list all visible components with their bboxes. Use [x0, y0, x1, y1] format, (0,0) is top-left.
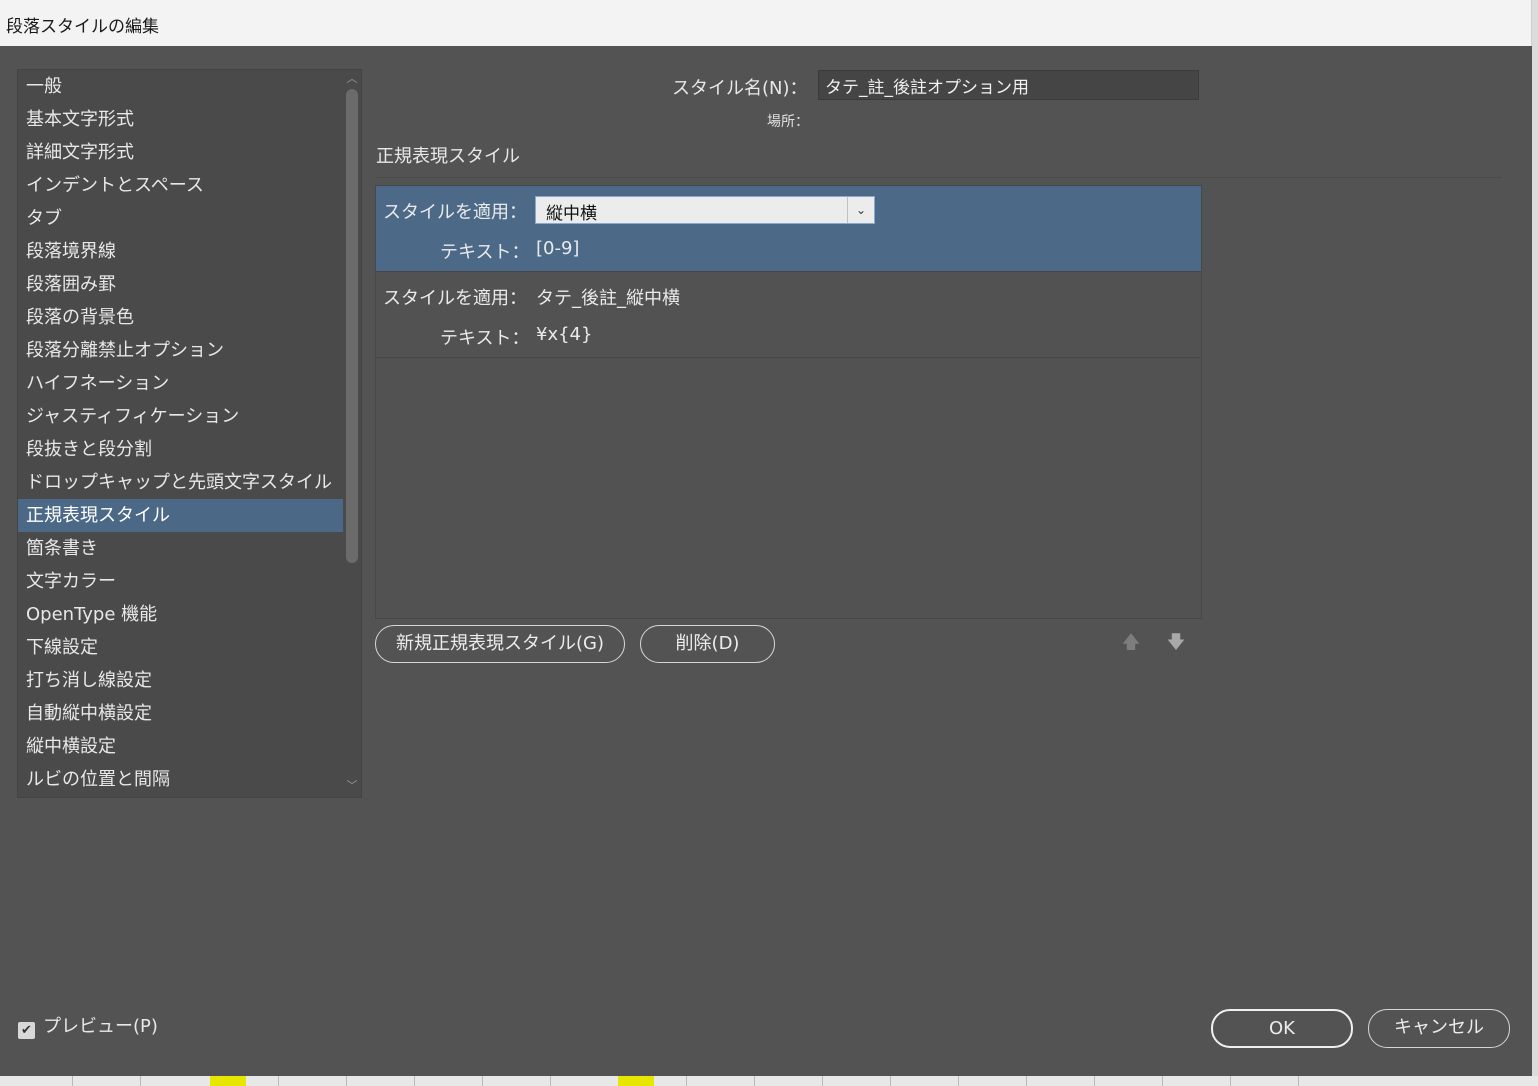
sidebar-item-auto-tcy[interactable]: 自動縦中横設定 — [18, 697, 343, 730]
dialog-title: 段落スタイルの編集 — [0, 0, 1532, 46]
text-pattern[interactable]: [0-9] — [536, 238, 579, 259]
sidebar-item-ruby[interactable]: ルビの位置と間隔 — [18, 763, 343, 796]
apply-style-label: スタイルを適用： — [383, 288, 527, 309]
sidebar-item-hyphenation[interactable]: ハイフネーション — [18, 367, 343, 400]
category-list[interactable]: 一般 基本文字形式 詳細文字形式 インデントとスペース タブ 段落境界線 段落囲… — [17, 69, 362, 798]
style-name-label: スタイル名(N)： — [672, 78, 808, 99]
text-label: テキスト： — [440, 242, 530, 263]
apply-style-value: 縦中横 — [546, 204, 597, 224]
apply-style-dropdown[interactable]: 縦中横 ⌄ — [535, 196, 875, 224]
new-grep-style-button[interactable]: 新規正規表現スタイル(G) — [375, 625, 625, 663]
sidebar-item-paragraph-shading[interactable]: 段落の背景色 — [18, 301, 343, 334]
background-document — [0, 1076, 1538, 1086]
sidebar-item-indents-spacing[interactable]: インデントとスペース — [18, 169, 343, 202]
arrow-down-icon[interactable]: 🡇 — [1166, 630, 1186, 653]
ok-button[interactable]: OK — [1211, 1009, 1353, 1048]
sidebar-item-paragraph-border[interactable]: 段落囲み罫 — [18, 268, 343, 301]
sidebar-item-grep-styles[interactable]: 正規表現スタイル — [18, 499, 343, 532]
apply-style-value[interactable]: タテ_後註_縦中横 — [536, 284, 680, 310]
preview-checkbox[interactable]: ✔ プレビュー(P) — [18, 1012, 158, 1039]
sidebar-item-tcy[interactable]: 縦中横設定 — [18, 730, 343, 763]
grep-style-row[interactable]: スタイルを適用： タテ_後註_縦中横 テキスト： ¥x{4} — [376, 272, 1201, 358]
arrow-up-icon[interactable]: 🡅 — [1121, 630, 1141, 653]
sidebar-item-bullets[interactable]: 箇条書き — [18, 532, 343, 565]
checkmark-icon[interactable]: ✔ — [18, 1022, 35, 1039]
scroll-down-icon[interactable]: ﹀ — [346, 779, 358, 793]
section-title: 正規表現スタイル — [376, 146, 520, 167]
sidebar-item-justification[interactable]: ジャスティフィケーション — [18, 400, 343, 433]
sidebar-item-char-color[interactable]: 文字カラー — [18, 565, 343, 598]
grep-style-row[interactable]: スタイルを適用： 縦中横 ⌄ テキスト： [0-9] — [376, 186, 1201, 272]
sidebar-item-opentype[interactable]: OpenType 機能 — [18, 598, 343, 631]
grep-style-list[interactable]: スタイルを適用： 縦中横 ⌄ テキスト： [0-9] スタイルを適用： タテ_後… — [375, 185, 1202, 619]
sidebar-item-strikethrough[interactable]: 打ち消し線設定 — [18, 664, 343, 697]
sidebar-item-span-columns[interactable]: 段抜きと段分割 — [18, 433, 343, 466]
apply-style-label: スタイルを適用： — [383, 202, 527, 223]
chevron-down-icon[interactable]: ⌄ — [847, 197, 874, 223]
sidebar-item-basic-char-formats[interactable]: 基本文字形式 — [18, 103, 343, 136]
sidebar-item-advanced-char-formats[interactable]: 詳細文字形式 — [18, 136, 343, 169]
sidebar-item-general[interactable]: 一般 — [18, 70, 343, 103]
window-edge — [1532, 0, 1538, 1086]
sidebar-item-paragraph-rules[interactable]: 段落境界線 — [18, 235, 343, 268]
location-label: 場所： — [767, 114, 809, 130]
sidebar-item-drop-caps[interactable]: ドロップキャップと先頭文字スタイル — [18, 466, 343, 499]
delete-button[interactable]: 削除(D) — [640, 625, 775, 663]
text-pattern[interactable]: ¥x{4} — [536, 324, 592, 345]
text-label: テキスト： — [440, 328, 530, 349]
cancel-button[interactable]: キャンセル — [1368, 1009, 1510, 1048]
sidebar-item-tabs[interactable]: タブ — [18, 202, 343, 235]
sidebar-scroll-thumb[interactable] — [346, 89, 358, 563]
style-name-input[interactable] — [818, 70, 1199, 100]
sidebar-item-underline[interactable]: 下線設定 — [18, 631, 343, 664]
scroll-up-icon[interactable]: ︿ — [346, 72, 358, 86]
section-divider — [376, 177, 1502, 178]
preview-label: プレビュー(P) — [43, 1016, 158, 1037]
sidebar-item-keep-options[interactable]: 段落分離禁止オプション — [18, 334, 343, 367]
